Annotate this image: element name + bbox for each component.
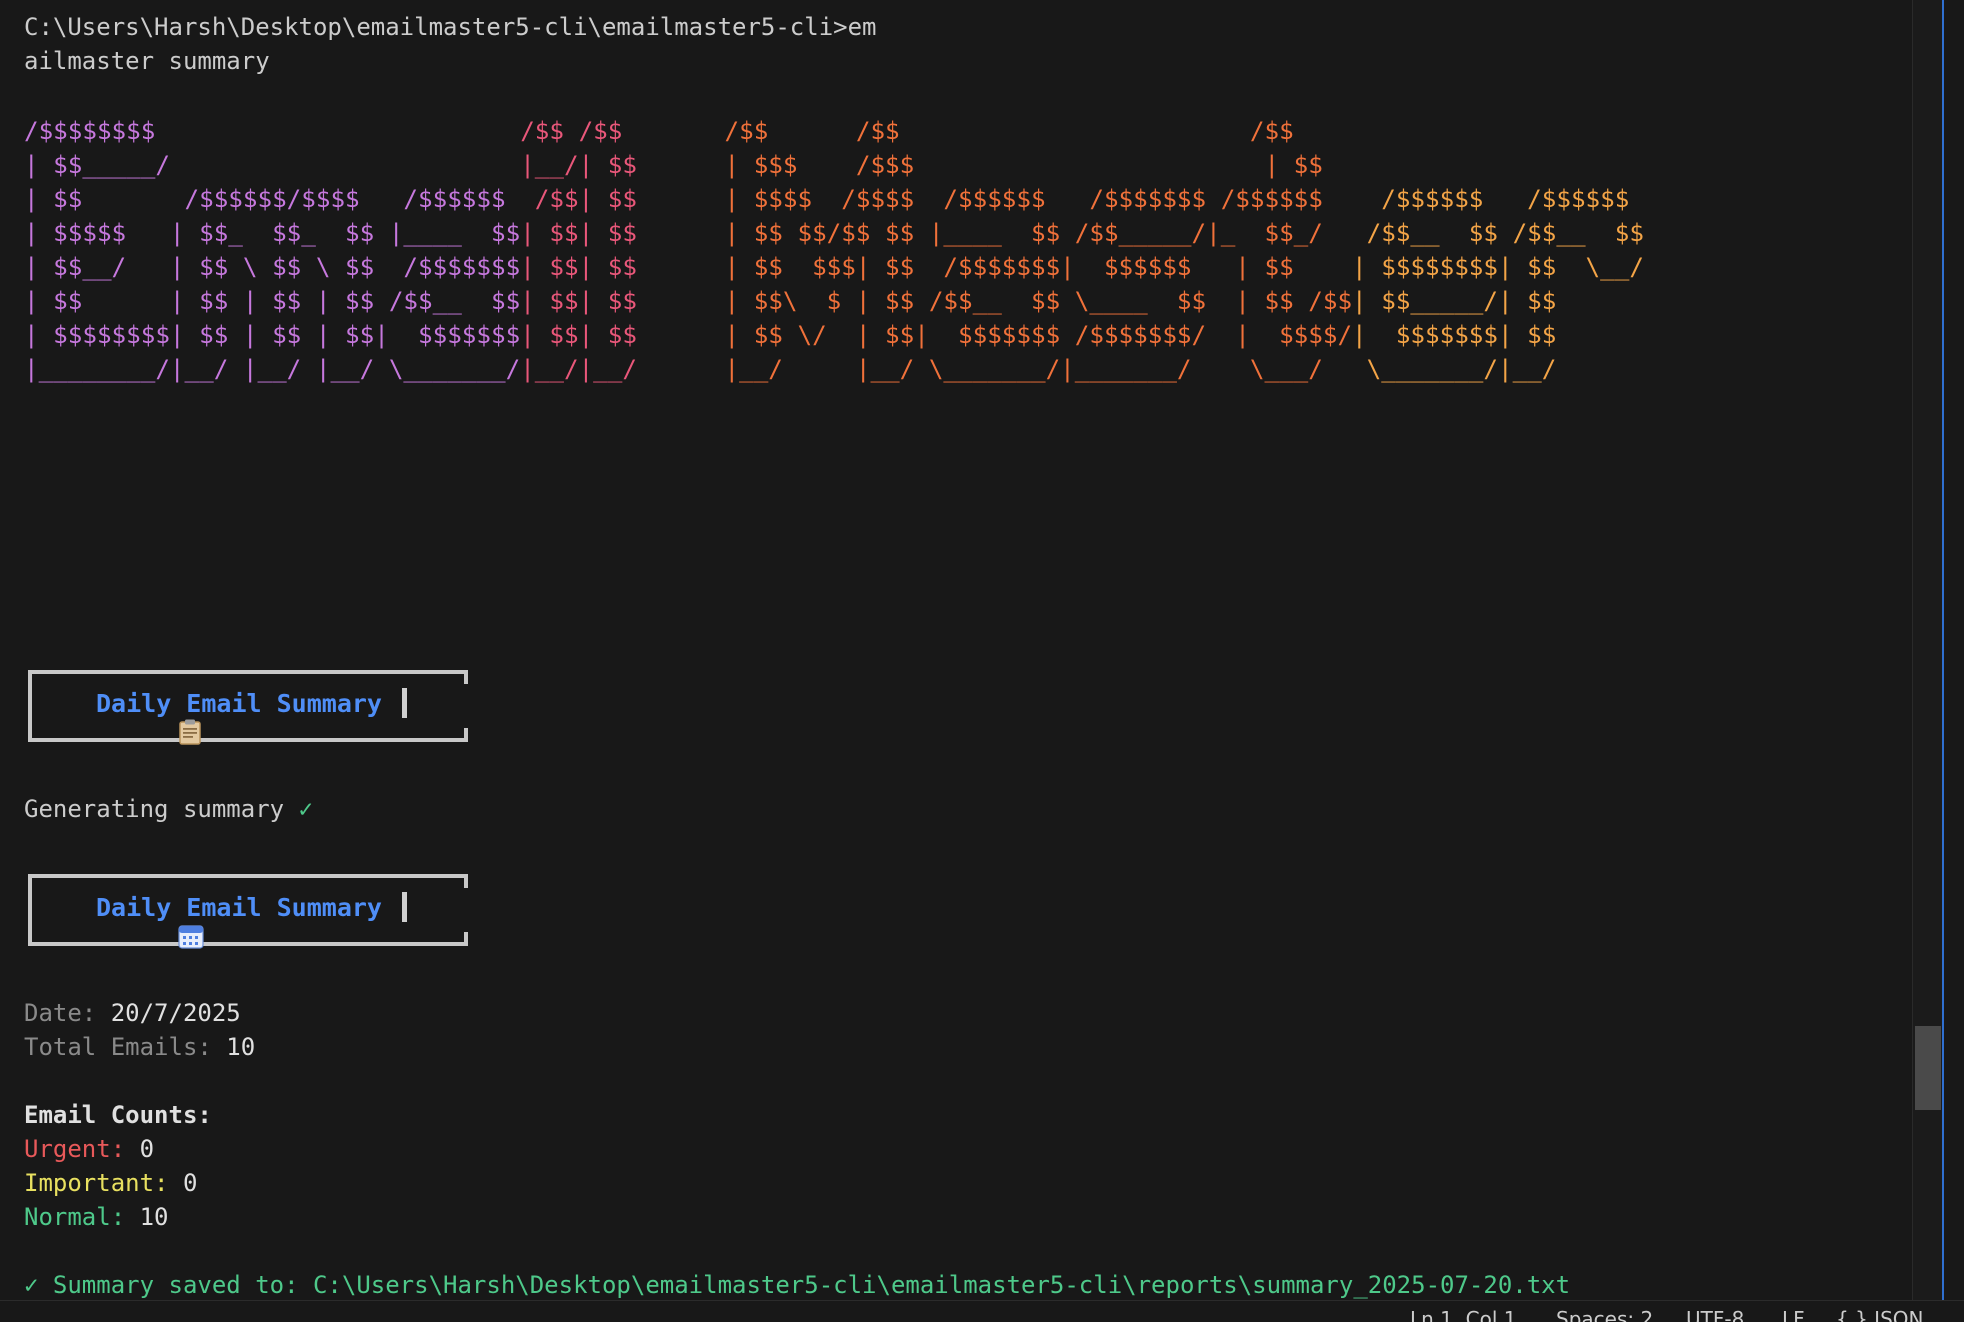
email-counts-heading: Email Counts: (24, 1101, 212, 1129)
cursor-position-status[interactable]: Ln 1, Col 1 (1410, 1307, 1516, 1322)
encoding-status[interactable]: UTF-8 (1686, 1307, 1744, 1322)
banner-row: |________/|__/ |__/ |__/ \_______/|__/|_… (24, 355, 1557, 383)
terminal-scrollbar[interactable] (1912, 0, 1943, 1300)
normal-label: Normal: (24, 1203, 140, 1231)
box-cursor-2 (401, 892, 407, 922)
banner-row: | $$ | $$ | $$ | $$ /$$__ $$| $$| $$ | $… (24, 287, 1557, 315)
banner-row: | $$_____/ |__/| $$ | $$$ /$$$ | $$ (24, 151, 1323, 179)
command-line-1: C:\Users\Harsh\Desktop\emailmaster5-cli\… (24, 13, 877, 41)
summary-header-box-1: Daily Email Summary (28, 670, 468, 745)
terminal-panel[interactable]: C:\Users\Harsh\Desktop\emailmaster5-cli\… (0, 0, 1912, 1300)
banner-row: | $$ /$$$$$$/$$$$ /$$$$$$ /$$| $$ | $$$$… (24, 185, 1630, 213)
urgent-value: 0 (139, 1135, 155, 1163)
total-emails-value: 10 (226, 1033, 256, 1061)
normal-value: 10 (139, 1203, 169, 1231)
summary-saved-line: ✓ Summary saved to: C:\Users\Harsh\Deskt… (24, 1271, 1571, 1299)
panel-edge (1942, 0, 1964, 1300)
urgent-count-line: Urgent: 0 (24, 1132, 154, 1166)
normal-count-line: Normal: 10 (24, 1200, 169, 1234)
calendar-icon (58, 894, 205, 949)
emailmaster-ascii-banner: /$$$$$$$$ /$$ /$$ /$$ /$$ /$$ | $$_____/… (24, 114, 1644, 386)
command-line-2: ailmaster summary (24, 47, 270, 75)
important-count-line: Important: 0 (24, 1166, 197, 1200)
summary-box-title-1: Daily Email Summary (96, 688, 382, 718)
date-line: Date: 20/7/2025 (24, 996, 241, 1030)
generating-label: Generating summary (24, 795, 299, 823)
clipboard-icon (58, 690, 202, 745)
summary-box-title-2: Daily Email Summary (96, 892, 382, 922)
generating-status: Generating summary ✓ (24, 792, 313, 826)
generating-check-icon: ✓ (298, 795, 313, 823)
urgent-label: Urgent: (24, 1135, 140, 1163)
date-value: 20/7/2025 (110, 999, 241, 1027)
banner-row: | $$__/ | $$ \ $$ \ $$ /$$$$$$$| $$| $$ … (24, 253, 1644, 281)
summary-header-box-2: Daily Email Summary (28, 874, 468, 949)
box-cursor-1 (401, 688, 407, 718)
banner-row: | $$$$$ | $$_ $$_ $$ |____ $$| $$| $$ | … (24, 219, 1644, 247)
important-label: Important: (24, 1169, 183, 1197)
indentation-status[interactable]: Spaces: 2 (1556, 1307, 1653, 1322)
total-emails-label: Total Emails: (24, 1033, 227, 1061)
eol-status[interactable]: LF (1782, 1307, 1805, 1322)
scrollbar-thumb[interactable] (1915, 1026, 1941, 1110)
language-mode-status[interactable]: { } JSON (1836, 1307, 1923, 1322)
date-label: Date: (24, 999, 111, 1027)
banner-row: | $$$$$$$$| $$ | $$ | $$| $$$$$$$| $$| $… (24, 321, 1557, 349)
banner-row: /$$$$$$$$ /$$ /$$ /$$ /$$ /$$ (24, 117, 1294, 145)
status-bar: Ln 1, Col 1 Spaces: 2 UTF-8 LF { } JSON (0, 1300, 1964, 1322)
important-value: 0 (182, 1169, 198, 1197)
total-emails-line: Total Emails: 10 (24, 1030, 255, 1064)
